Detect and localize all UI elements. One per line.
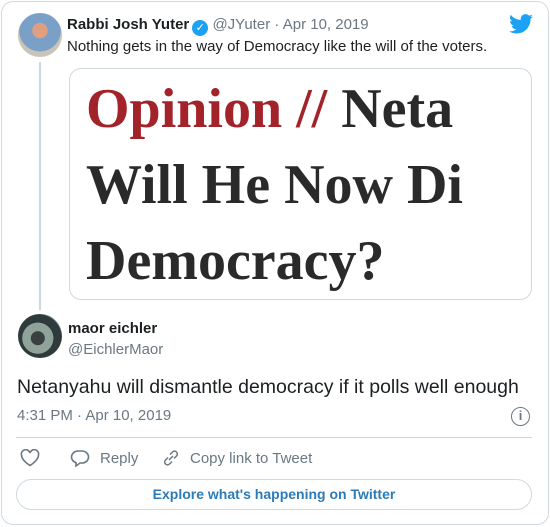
reply-bubble-icon <box>70 450 90 467</box>
copy-link-button[interactable]: Copy link to Tweet <box>162 449 312 467</box>
tweet-header: Rabbi Josh Yuter ✓ @JYuter · Apr 10, 2019 <box>67 16 369 36</box>
author-name[interactable]: Rabbi Josh Yuter <box>67 16 189 33</box>
divider <box>16 437 532 438</box>
author-handle[interactable]: @JYuter <box>212 16 270 33</box>
verified-icon: ✓ <box>192 20 209 36</box>
media-text-2: Will He Now Di <box>86 154 463 216</box>
copy-link-label: Copy link to Tweet <box>190 449 313 467</box>
media-text-red: Opinion // <box>86 78 328 140</box>
avatar-josh-yuter[interactable] <box>18 13 62 57</box>
avatar-maor-eichler[interactable] <box>18 314 62 358</box>
explore-twitter-button[interactable]: Explore what's happening on Twitter <box>16 479 532 510</box>
twitter-bird-icon[interactable] <box>509 14 533 34</box>
reply-author-handle[interactable]: @EichlerMaor <box>68 341 163 358</box>
thread-line <box>39 62 41 310</box>
tweet-date[interactable]: Apr 10, 2019 <box>283 16 369 33</box>
info-icon[interactable]: i <box>511 407 530 426</box>
media-text-3: Democracy? <box>86 230 385 292</box>
like-button[interactable] <box>20 449 40 467</box>
link-icon <box>163 450 179 466</box>
media-text-1: Neta <box>341 78 454 140</box>
heart-icon <box>20 449 40 467</box>
reply-text: Netanyahu will dismantle democracy if it… <box>17 376 519 398</box>
media-card-image[interactable]: Opinion // Neta Will He Now Di Democracy… <box>69 68 532 300</box>
reply-author-name[interactable]: maor eichler <box>68 320 157 337</box>
reply-label: Reply <box>100 449 139 467</box>
reply-button[interactable]: Reply <box>70 449 138 467</box>
reply-timestamp[interactable]: 4:31 PM · Apr 10, 2019 <box>17 407 171 424</box>
original-tweet-text: Nothing gets in the way of Democracy lik… <box>67 38 488 55</box>
